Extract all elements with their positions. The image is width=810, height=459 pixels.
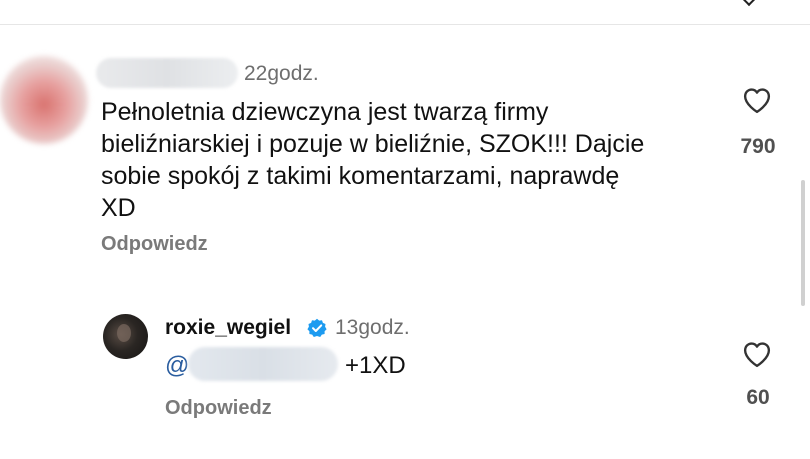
divider [0, 24, 810, 25]
username[interactable]: roxie_wegiel [165, 316, 291, 340]
like-count: 790 [740, 135, 776, 158]
heart-outline-icon[interactable] [742, 86, 772, 114]
comment-time: 22godz. [244, 62, 319, 85]
comment-text: Pełnoletnia dziewczyna jest twarzą firmy… [101, 96, 716, 224]
scrollbar[interactable] [801, 180, 805, 306]
verified-badge-icon [307, 318, 327, 337]
blurred-username[interactable] [96, 58, 238, 88]
reply-text: +1XD [345, 352, 406, 379]
chevron-icon[interactable] [741, 0, 757, 7]
blurred-mention[interactable] [188, 347, 338, 381]
comment-text-line: Pełnoletnia dziewczyna jest twarzą firmy [101, 98, 549, 126]
comment-text-line: sobie spokój z takimi komentarzami, napr… [101, 162, 620, 190]
comment-text-line: XD [101, 194, 136, 222]
avatar[interactable] [103, 314, 148, 359]
reply-time: 13godz. [335, 316, 410, 339]
reply-button[interactable]: Odpowiedz [101, 233, 208, 256]
reply-button[interactable]: Odpowiedz [165, 397, 272, 420]
heart-outline-icon[interactable] [742, 340, 772, 368]
mention-prefix[interactable]: @ [165, 352, 189, 380]
avatar[interactable] [0, 56, 88, 144]
like-count: 60 [746, 386, 770, 409]
comment-text-line: bieliźniarskiej i pozuje w bieliźnie, SZ… [101, 130, 645, 158]
